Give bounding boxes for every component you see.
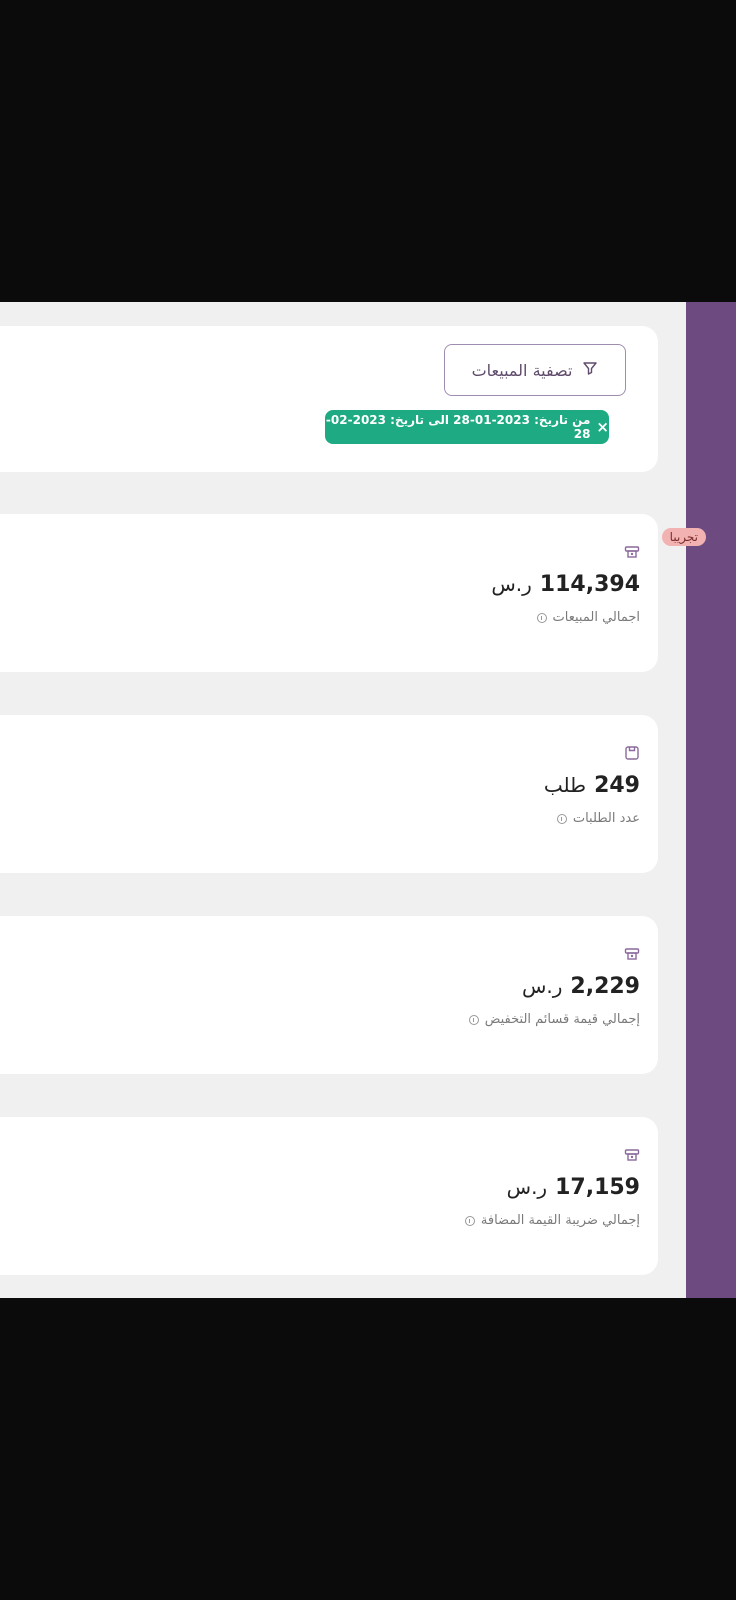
- stat-number: 17,159: [555, 1175, 640, 1200]
- stat-unit: ر.س: [521, 974, 563, 998]
- stat-value: 2,229 ر.س: [522, 974, 640, 999]
- filter-icon: [582, 360, 598, 380]
- stat-label-text: عدد الطلبات: [572, 811, 640, 826]
- stat-label: إجمالي قيمة قسائم التخفيض: [468, 1012, 640, 1027]
- filter-sales-button[interactable]: تصفية المبيعات: [444, 344, 626, 396]
- stat-label-text: إجمالي قيمة قسائم التخفيض: [484, 1012, 640, 1027]
- stat-card-discount-total: 2,229 ر.س إجمالي قيمة قسائم التخفيض: [0, 916, 658, 1074]
- stat-number: 2,229: [570, 974, 640, 999]
- stat-card-total-sales: 114,394 ر.س اجمالي المبيعات: [0, 514, 658, 672]
- stat-label-text: اجمالي المبيعات: [552, 610, 640, 625]
- stat-label-text: إجمالي ضريبة القيمة المضافة: [480, 1213, 640, 1228]
- stat-number: 114,394: [539, 572, 640, 597]
- box-icon: [624, 745, 640, 761]
- stat-value: 114,394 ر.س: [491, 572, 640, 597]
- info-icon[interactable]: [536, 612, 547, 623]
- filter-card: تصفية المبيعات × من تاريخ: 2023-01-28 ال…: [0, 326, 658, 472]
- close-icon[interactable]: ×: [596, 418, 609, 436]
- stat-unit: طلب: [543, 773, 587, 797]
- cash-icon: [624, 946, 640, 962]
- stat-label: عدد الطلبات: [556, 811, 640, 826]
- stat-value: 249 طلب: [544, 773, 640, 798]
- info-icon[interactable]: [556, 813, 567, 824]
- stat-card-vat-total: 17,159 ر.س إجمالي ضريبة القيمة المضافة: [0, 1117, 658, 1275]
- main-content: تجريبا تصفية المبيعات × من تاريخ: 2023-0…: [0, 302, 736, 1298]
- sidebar-badge[interactable]: تجريبا: [661, 528, 706, 546]
- date-range-label: من تاريخ: 2023-01-28 الى تاريخ: 2023-02-…: [325, 413, 591, 441]
- stat-value: 17,159 ر.س: [507, 1175, 640, 1200]
- sidebar: [686, 302, 736, 1298]
- stat-unit: ر.س: [491, 572, 532, 596]
- stat-number: 249: [594, 773, 640, 798]
- stat-label: إجمالي ضريبة القيمة المضافة: [464, 1213, 640, 1228]
- date-range-chip: × من تاريخ: 2023-01-28 الى تاريخ: 2023-0…: [325, 410, 609, 444]
- stat-label: اجمالي المبيعات: [536, 610, 640, 625]
- stat-card-orders-count: 249 طلب عدد الطلبات: [0, 715, 658, 873]
- info-icon[interactable]: [468, 1014, 479, 1025]
- stat-unit: ر.س: [506, 1175, 548, 1199]
- info-icon[interactable]: [464, 1215, 475, 1226]
- filter-button-label: تصفية المبيعات: [471, 360, 573, 380]
- cash-icon: [624, 1147, 640, 1163]
- cash-icon: [624, 544, 640, 560]
